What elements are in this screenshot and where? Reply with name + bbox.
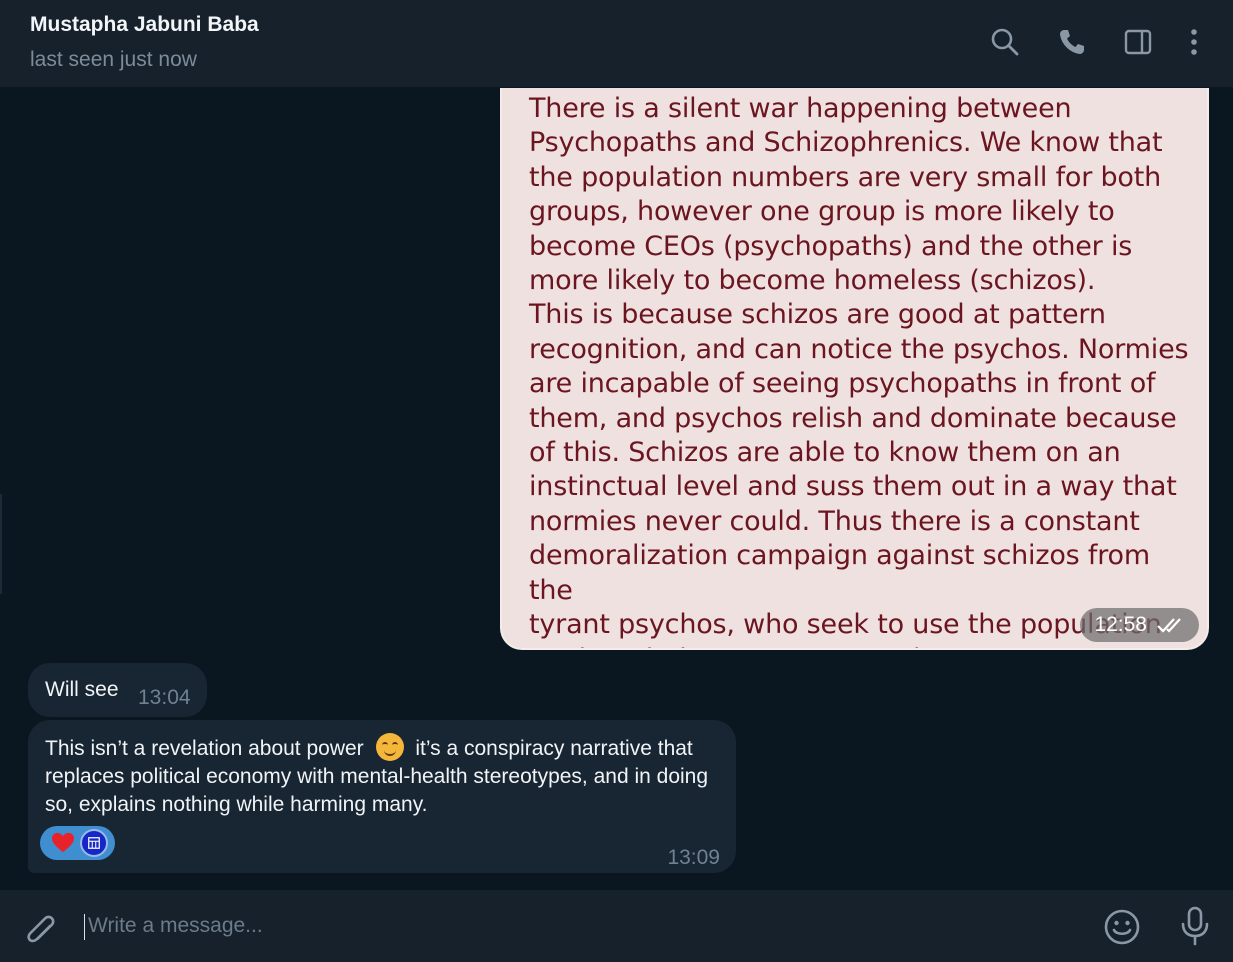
chat-header: Mustapha Jabuni Baba last seen just now	[0, 0, 1233, 88]
more-vertical-icon[interactable]	[1177, 25, 1211, 59]
reactor-avatar[interactable]	[80, 829, 108, 857]
divider	[0, 494, 2, 594]
message-time: 13:04	[138, 686, 191, 709]
microphone-icon[interactable]	[1178, 906, 1212, 948]
message-text-part: This isn’t a revelation about power	[45, 737, 364, 760]
contact-status: last seen just now	[30, 48, 197, 71]
message-list[interactable]: There is a silent war happening between …	[0, 88, 1233, 890]
smiling-face-emoji-icon	[375, 733, 404, 761]
phone-icon[interactable]	[1055, 25, 1089, 59]
heart-reaction-icon[interactable]	[50, 830, 76, 856]
message-time: 13:09	[667, 846, 720, 869]
message-composer: Write a message...	[0, 890, 1233, 962]
search-icon[interactable]	[988, 25, 1022, 59]
text-cursor	[84, 914, 85, 940]
reactions-bar[interactable]	[40, 826, 115, 860]
double-check-icon	[1157, 618, 1181, 633]
image-message[interactable]: There is a silent war happening between …	[500, 88, 1209, 650]
message-text: This isn’t a revelation about power it’s…	[45, 733, 725, 819]
message-text: Will see	[45, 678, 119, 701]
message-input[interactable]: Write a message...	[88, 914, 263, 938]
contact-name[interactable]: Mustapha Jabuni Baba	[30, 13, 259, 37]
message-time: 12:58	[1080, 608, 1199, 642]
sidebar-toggle-icon[interactable]	[1121, 25, 1155, 59]
image-text: There is a silent war happening between …	[529, 93, 1189, 648]
incoming-message[interactable]: Will see 13:04	[28, 663, 207, 717]
incoming-message[interactable]: This isn’t a revelation about power it’s…	[28, 720, 736, 873]
attach-paperclip-icon[interactable]	[24, 908, 58, 946]
time-label: 12:58	[1094, 613, 1147, 636]
emoji-icon[interactable]	[1103, 908, 1141, 946]
